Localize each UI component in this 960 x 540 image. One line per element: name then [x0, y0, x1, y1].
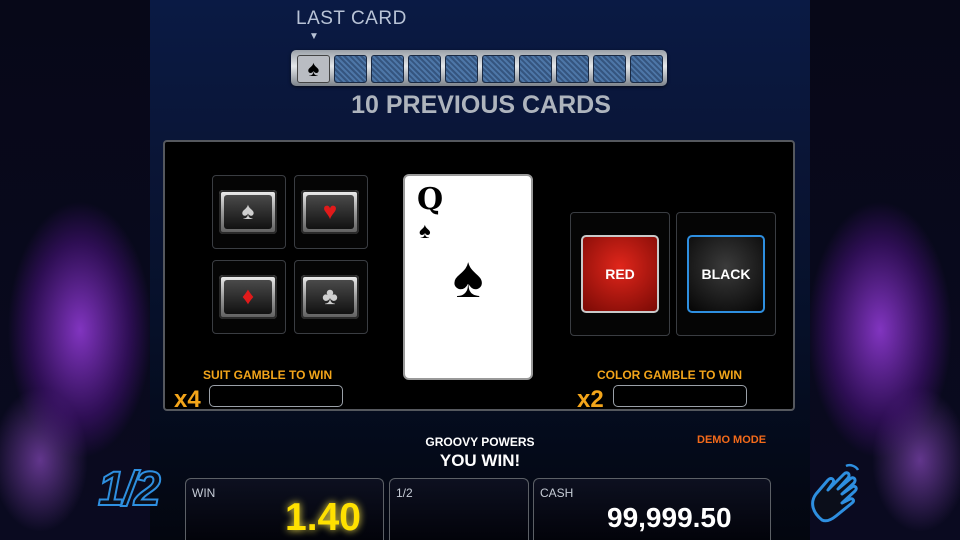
suit-gamble-win-box — [209, 385, 343, 407]
status-message: YOU WIN! — [439, 451, 521, 470]
suit-multiplier: x4 — [174, 386, 201, 413]
previous-card-back — [371, 55, 404, 83]
red-button[interactable]: RED — [581, 235, 659, 313]
previous-cards-label: 10 PREVIOUS CARDS — [351, 91, 611, 119]
diamond-icon: ♦ — [224, 280, 272, 314]
current-card: Q ♠ ♠ — [403, 174, 533, 380]
previous-card-back — [556, 55, 589, 83]
last-card-label: LAST CARD — [296, 8, 407, 29]
game-title: GROOVY POWERS — [425, 435, 535, 449]
win-value: 1.40 — [285, 496, 361, 539]
black-button[interactable]: BLACK — [687, 235, 765, 313]
previous-cards-strip: ♠ — [291, 50, 667, 86]
hand-collect-icon[interactable] — [804, 458, 864, 528]
gamble-panel: ♠ ♥ ♦ ♣ Q ♠ ♠ RED BLACK SUIT GAMBLE TO W… — [163, 140, 795, 413]
previous-card-back — [334, 55, 367, 83]
suit-spade-cell[interactable]: ♠ — [212, 175, 286, 249]
card-center-spade-icon: ♠ — [452, 245, 484, 310]
previous-card-back — [593, 55, 626, 83]
suit-spade-button[interactable]: ♠ — [219, 190, 277, 234]
card-rank: Q — [417, 182, 444, 217]
half-gamble-icon[interactable]: 1/2 — [97, 462, 162, 517]
last-card-arrow-icon: ▼ — [309, 31, 319, 42]
color-multiplier: x2 — [577, 386, 604, 413]
win-label: WIN — [192, 486, 216, 500]
color-red-cell[interactable]: RED — [570, 212, 670, 336]
card-small-spade-icon: ♠ — [419, 218, 431, 243]
cash-value: 99,999.50 — [607, 502, 732, 533]
suit-club-cell[interactable]: ♣ — [294, 260, 368, 334]
previous-card-back — [482, 55, 515, 83]
suit-diamond-cell[interactable]: ♦ — [212, 260, 286, 334]
color-black-cell[interactable]: BLACK — [676, 212, 776, 336]
suit-gamble-label: SUIT GAMBLE TO WIN — [203, 368, 333, 382]
background-left-smoke — [0, 0, 150, 540]
club-icon: ♣ — [306, 280, 354, 314]
last-card-spade: ♠ — [297, 55, 330, 83]
cash-label: CASH — [540, 486, 574, 500]
suit-diamond-button[interactable]: ♦ — [219, 275, 277, 319]
suit-heart-cell[interactable]: ♥ — [294, 175, 368, 249]
previous-card-back — [519, 55, 552, 83]
color-gamble-label: COLOR GAMBLE TO WIN — [597, 368, 743, 382]
suit-heart-button[interactable]: ♥ — [301, 190, 359, 234]
color-gamble-win-box — [613, 385, 747, 407]
spade-icon: ♠ — [224, 195, 272, 229]
demo-mode-label: DEMO MODE — [697, 434, 767, 446]
suit-club-button[interactable]: ♣ — [301, 275, 359, 319]
previous-card-back — [408, 55, 441, 83]
previous-card-back — [445, 55, 478, 83]
half-label: 1/2 — [396, 486, 413, 500]
heart-icon: ♥ — [306, 195, 354, 229]
half-box: 1/2 — [389, 478, 529, 540]
previous-card-back — [630, 55, 663, 83]
